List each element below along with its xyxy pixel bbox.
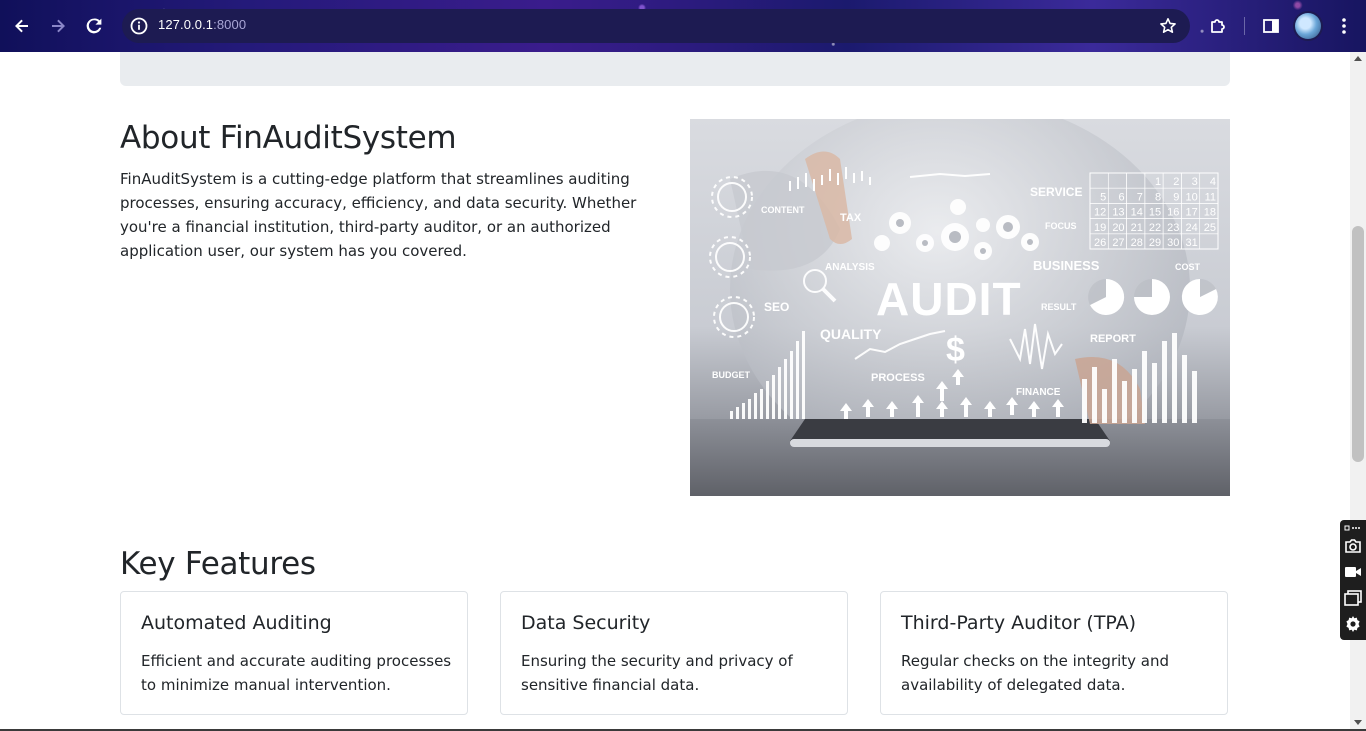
calendar-day-label: 5 [1100, 191, 1106, 203]
calendar-day-label: 11 [1205, 191, 1216, 203]
hero-label-audit: AUDIT [876, 273, 1022, 325]
features-title: Key Features [120, 546, 316, 582]
arrow-right-icon [52, 19, 65, 33]
calendar-day-label: 13 [1112, 207, 1124, 219]
calendar-day-label: 23 [1167, 222, 1179, 234]
video-icon[interactable] [1343, 562, 1363, 582]
back-button[interactable] [9, 13, 35, 39]
hero-label-finance: FINANCE [1016, 387, 1061, 398]
scrollbar-thumb[interactable] [1352, 226, 1364, 462]
calendar-day-label: 27 [1112, 237, 1124, 249]
calendar-day-label: 16 [1167, 207, 1179, 219]
hero-label-service: SERVICE [1030, 185, 1082, 199]
calendar-day-label: 12 [1094, 207, 1106, 219]
hero-label-focus: FOCUS [1045, 221, 1077, 231]
calendar-day-label: 6 [1118, 191, 1124, 203]
hero-label-budget: BUDGET [712, 370, 751, 380]
calendar-day-label: 19 [1094, 222, 1106, 234]
feature-card-text: Ensuring the security and privacy of sen… [521, 652, 793, 694]
feature-card-tpa: Third-Party Auditor (TPA) Regular checks… [880, 591, 1228, 715]
window-icon[interactable] [1343, 588, 1363, 608]
calendar-day-label: 22 [1149, 222, 1161, 234]
about-description: FinAuditSystem is a cutting-edge platfor… [120, 170, 637, 260]
calendar-day-label: 28 [1131, 237, 1143, 249]
calendar-day-label: 7 [1137, 191, 1143, 203]
url-host: 127.0.0.1 [158, 17, 214, 32]
feature-card-text: Efficient and accurate auditing processe… [141, 652, 452, 694]
hero-label-seo: SEO [764, 300, 789, 314]
settings-icon[interactable] [1343, 614, 1363, 634]
calendar-cell [1199, 233, 1219, 250]
calendar-day-label: 2 [1173, 176, 1179, 188]
url-text: 127.0.0.1:8000 [158, 17, 246, 32]
scroll-down-arrow-icon[interactable] [1354, 720, 1362, 725]
about-title: About FinAuditSystem [120, 120, 457, 156]
side-panel-icon [1263, 19, 1279, 33]
browser-toolbar: 127.0.0.1:8000 [0, 0, 1366, 52]
calendar-day-label: 25 [1204, 222, 1216, 234]
reload-button[interactable] [81, 13, 107, 39]
calendar-day-label: 1 [1155, 176, 1161, 188]
feature-card-text: Regular checks on the integrity and avai… [901, 652, 1170, 694]
calendar-day-label: 20 [1112, 222, 1124, 234]
camera-icon[interactable] [1343, 536, 1363, 556]
calendar-day-label: 21 [1131, 222, 1143, 234]
side-panel-button[interactable] [1258, 13, 1284, 39]
page-viewport: About FinAuditSystem FinAuditSystem is a… [0, 52, 1350, 731]
calendar-day-label: 15 [1149, 207, 1161, 219]
extensions-button[interactable] [1205, 13, 1231, 39]
calendar-day-label: 29 [1149, 237, 1161, 249]
calendar-day-label: 18 [1204, 207, 1216, 219]
hero-label-quality: QUALITY [820, 326, 882, 342]
hero-label-process: PROCESS [871, 372, 925, 384]
url-port: :8000 [213, 17, 247, 32]
hero-label-report: REPORT [1090, 333, 1136, 345]
forward-button[interactable] [45, 13, 71, 39]
reload-icon [86, 18, 102, 34]
capture-toolbar-handle[interactable] [1343, 522, 1363, 534]
puzzle-icon [1211, 19, 1225, 33]
profile-avatar[interactable] [1295, 13, 1321, 39]
kebab-menu-icon [1342, 18, 1346, 34]
site-info-icon[interactable] [129, 16, 149, 36]
feature-card-title: Data Security [521, 612, 651, 634]
hero-label-content: CONTENT [761, 205, 805, 215]
hero-label-business: BUSINESS [1033, 258, 1100, 273]
toolbar-separator [1244, 17, 1245, 35]
calendar-day-label: 10 [1185, 191, 1197, 203]
feature-card-title: Third-Party Auditor (TPA) [901, 612, 1137, 634]
feature-card-automated-auditing: Automated Auditing Efficient and accurat… [120, 591, 468, 715]
feature-card-data-security: Data Security Ensuring the security and … [500, 591, 848, 715]
browser-menu-button[interactable] [1331, 13, 1357, 39]
calendar-day-label: 24 [1185, 222, 1197, 234]
calendar-day-label: 17 [1185, 207, 1197, 219]
arrow-left-icon [15, 19, 28, 33]
calendar-day-label: 3 [1192, 176, 1198, 188]
address-bar[interactable]: 127.0.0.1:8000 [122, 9, 1190, 43]
audit-hero-image: AUDIT SERVICE CONTENT TAX FOCUS ANALYSIS… [690, 119, 1230, 496]
feature-card-title: Automated Auditing [141, 612, 332, 634]
hero-label-dollar: $ [946, 331, 965, 369]
calendar-day-label: 4 [1210, 176, 1216, 188]
calendar-day-label: 8 [1155, 191, 1161, 203]
scroll-up-arrow-icon[interactable] [1354, 56, 1362, 61]
calendar-day-label: 14 [1131, 207, 1143, 219]
star-icon[interactable] [1158, 16, 1178, 36]
calendar-day-label: 30 [1167, 237, 1179, 249]
hero-label-tax: TAX [840, 212, 862, 224]
calendar-day-label: 9 [1173, 191, 1179, 203]
calendar-day-label: 26 [1094, 237, 1106, 249]
calendar-day-label: 31 [1185, 237, 1197, 249]
hero-label-result: RESULT [1041, 302, 1077, 312]
capture-toolbar [1340, 520, 1366, 640]
hero-label-cost: COST [1175, 262, 1201, 272]
previous-section-panel [120, 52, 1230, 86]
hero-label-analysis: ANALYSIS [825, 262, 875, 273]
